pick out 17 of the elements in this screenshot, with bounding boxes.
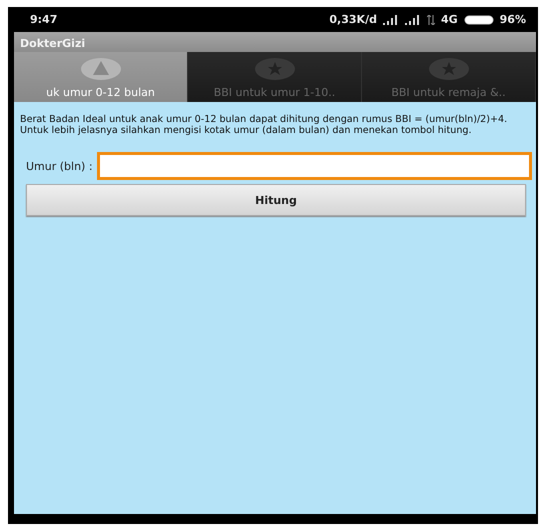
signal-icon xyxy=(382,14,399,24)
field-label: Umur (bln) : xyxy=(26,160,93,172)
network-type: 4G xyxy=(440,13,458,26)
tab[interactable]: BBI untuk umur 1-10.. xyxy=(188,52,362,102)
age-input-field[interactable] xyxy=(96,152,532,180)
description-text: Berat Badan Ideal untuk anak umur 0-12 bulan dapat dihitung dengan rumus BBI = (umur(bln)/2)+4. Untuk lebih jelasnya silahkan mengisi kotak umur (dalam bulan) dan menekan tombol hitung. xyxy=(20,114,508,136)
app-title: DokterGizi xyxy=(19,36,86,52)
battery-icon xyxy=(464,14,494,24)
network-speed: 0,33K/d xyxy=(329,13,377,26)
clock-time: 9:47 xyxy=(30,13,58,26)
tab[interactable]: uk umur 0-12 bulan xyxy=(14,52,188,102)
battery-level: 96% xyxy=(500,13,526,26)
calculate-button[interactable]: Hitung xyxy=(26,184,526,216)
signal-icon xyxy=(404,14,421,24)
data-arrows-icon xyxy=(426,14,435,24)
tab[interactable]: BBI untuk remaja &.. xyxy=(362,52,536,102)
warning-icon xyxy=(80,57,122,81)
